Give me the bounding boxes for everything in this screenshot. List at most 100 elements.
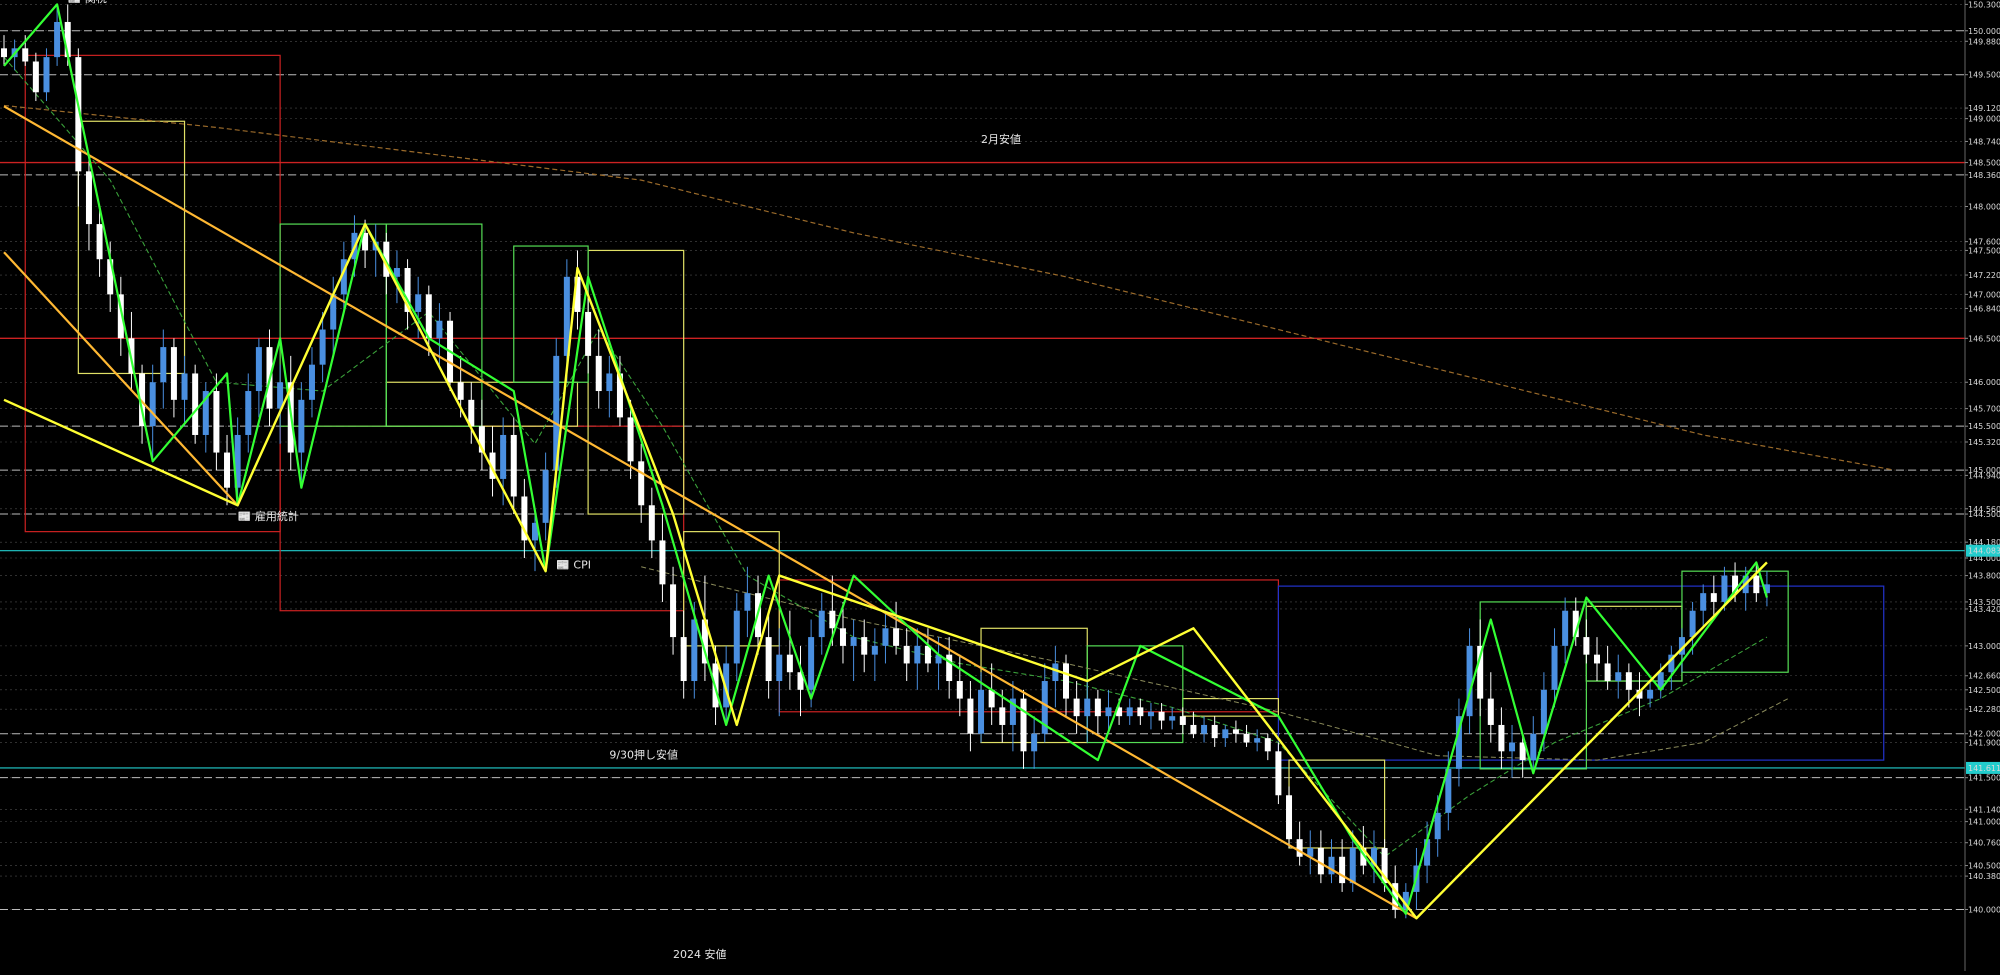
candle-body: [436, 320, 443, 339]
candle-body: [32, 61, 39, 93]
axis-tick-label: 150.000: [1968, 27, 2000, 36]
candle-body: [181, 373, 188, 400]
axis-tick-label: 141.000: [1968, 818, 2000, 827]
candle-body: [1254, 738, 1261, 743]
axis-tick-label: 140.380: [1968, 872, 2000, 881]
candle-body: [1540, 689, 1547, 734]
candle-body: [670, 584, 677, 638]
candle-body: [1647, 689, 1654, 699]
candle-body: [1169, 716, 1176, 721]
candle-body: [542, 470, 549, 523]
candle-body: [1689, 610, 1696, 638]
candle-body: [585, 311, 592, 356]
candle-body: [627, 417, 634, 462]
candle-body: [1594, 654, 1600, 664]
axis-tick-label: 140.000: [1968, 905, 2000, 914]
candle-body: [192, 373, 199, 435]
candle-body: [1625, 672, 1632, 690]
candle-body: [245, 391, 252, 435]
candle-body: [1604, 663, 1611, 682]
candle-body: [1700, 593, 1707, 611]
candle-body: [415, 294, 422, 312]
candle-body: [1296, 839, 1303, 857]
candle-body: [1710, 593, 1717, 602]
candle-body: [1084, 698, 1091, 717]
candle-body: [1222, 729, 1229, 739]
candle-body: [22, 48, 29, 62]
candle-body: [1073, 698, 1080, 717]
candle-body: [96, 224, 103, 260]
axis-tick-label: 146.500: [1968, 334, 2000, 343]
candle-body: [1286, 795, 1293, 840]
axis-tick-label: 142.000: [1968, 730, 2000, 739]
axis-tick-label: 147.600: [1968, 238, 2000, 247]
candle-body: [786, 654, 793, 673]
candle-body: [1275, 751, 1282, 796]
candle-body: [1179, 716, 1186, 725]
candle-body: [510, 434, 517, 497]
candle-body: [224, 452, 231, 488]
candle-body: [871, 645, 878, 655]
candle-body: [818, 610, 825, 638]
candle-body: [893, 628, 900, 646]
candle-body: [765, 637, 772, 682]
axis-tick-label: 141.140: [1968, 805, 2000, 814]
axis-tick-label: 140.760: [1968, 839, 2000, 848]
candle-body: [1753, 575, 1760, 594]
axis-tick-label: 142.500: [1968, 686, 2000, 695]
axis-tick-label: 143.420: [1968, 605, 2000, 614]
candle-body: [1466, 645, 1473, 717]
candle-body: [808, 637, 815, 690]
candle-body: [903, 645, 910, 664]
chart-annotation: 📰 関税: [68, 0, 107, 5]
axis-tick-label: 144.940: [1968, 471, 2000, 480]
axis-tick-label: 144.500: [1968, 510, 2000, 519]
candle-body: [1530, 733, 1537, 761]
candle-body: [638, 461, 645, 506]
axis-tick-label: 145.500: [1968, 422, 2000, 431]
candle-body: [680, 637, 687, 682]
candle-body: [1105, 707, 1112, 717]
candle-body: [1094, 698, 1101, 717]
candle-body: [1063, 663, 1069, 699]
candle-body: [1349, 847, 1356, 884]
current-price-label: 144.083: [1968, 547, 2000, 556]
candle-body: [999, 707, 1006, 725]
candle-body: [1562, 610, 1569, 646]
candle-body: [850, 637, 857, 646]
candle-body: [1052, 663, 1059, 682]
candle-body: [882, 628, 889, 646]
axis-tick-label: 149.000: [1968, 115, 2000, 124]
axis-tick-label: 145.320: [1968, 438, 2000, 447]
axis-tick-label: 142.280: [1968, 705, 2000, 714]
candle-body: [319, 329, 326, 365]
candle-body: [213, 391, 220, 453]
candle-body: [1264, 738, 1271, 752]
candlestick-chart-svg: 📰 関税 2月安値 📰 雇用統計 📰 CPI 9/30押し安値 2024 安値 150.3…: [0, 0, 2000, 971]
candle-body: [1434, 812, 1441, 840]
axis-tick-label: 150.300: [1968, 0, 2000, 9]
candle-body: [500, 434, 507, 479]
candle-body: [1615, 672, 1622, 682]
candle-body: [1031, 733, 1038, 752]
candle-body: [1211, 724, 1218, 739]
candle-body: [1147, 711, 1154, 717]
chart-annotation: 2024 安値: [673, 947, 727, 961]
candle-body: [733, 610, 740, 664]
candle-body: [1, 48, 7, 58]
axis-tick-label: 147.000: [1968, 290, 2000, 299]
axis-tick-label: 146.840: [1968, 304, 2000, 313]
candle-body: [425, 294, 432, 339]
candle-body: [1243, 733, 1250, 743]
axis-tick-label: 143.800: [1968, 572, 2000, 581]
candle-body: [43, 57, 50, 93]
candle-body: [978, 689, 985, 734]
candle-body: [1158, 711, 1165, 721]
candle-body: [1190, 724, 1197, 734]
chart-annotation: 9/30押し安値: [609, 747, 678, 761]
axis-tick-label: 148.500: [1968, 159, 2000, 168]
chart-annotation: 2月安値: [981, 132, 1021, 146]
axis-tick-label: 149.880: [1968, 37, 2000, 46]
axis-tick-label: 145.700: [1968, 405, 2000, 414]
axis-tick-label: 147.500: [1968, 246, 2000, 255]
